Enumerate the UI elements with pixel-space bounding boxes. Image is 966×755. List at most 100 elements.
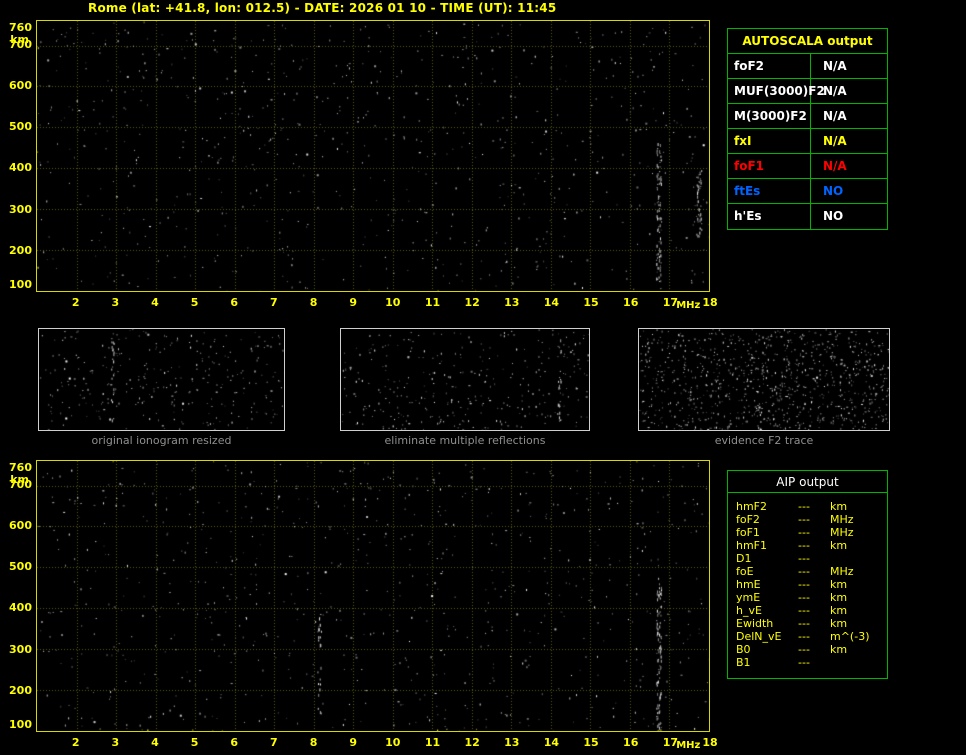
aip-param-unit: MHz — [830, 513, 854, 526]
aip-param-value: --- — [798, 617, 810, 630]
x-tick-label-16: 16 — [619, 296, 643, 309]
autoscala-row-MUF(3000)F2: MUF(3000)F2N/A — [728, 79, 887, 104]
autoscala-param-label: h'Es — [728, 204, 811, 229]
x-tick-label-15: 15 — [579, 296, 603, 309]
autoscala-row-foF1: foF1N/A — [728, 154, 887, 179]
autoscala-row-h'Es: h'EsNO — [728, 204, 887, 229]
y-tick-label-200: 200 — [2, 246, 32, 256]
y-tick-label-600: 600 — [2, 521, 32, 531]
autoscala-param-value: N/A — [811, 129, 887, 153]
y-tick-label-500: 500 — [2, 562, 32, 572]
x-tick-label-6: 6 — [222, 736, 246, 749]
x-tick-label-8: 8 — [302, 736, 326, 749]
panel-evidence-f2-trace-caption: evidence F2 trace — [638, 434, 890, 447]
autoscala-table-title: AUTOSCALA output — [728, 29, 887, 54]
aip-row-B0: B0---km — [736, 643, 887, 656]
aip-table-title: AIP output — [728, 471, 887, 493]
aip-row-hmF1: hmF1 --- km — [736, 539, 887, 552]
aip-param-value: --- — [798, 565, 810, 578]
autoscala-param-label: M(3000)F2 — [728, 104, 811, 128]
aip-param-name: Ewidth — [736, 617, 773, 630]
x-tick-label-8: 8 — [302, 296, 326, 309]
bottom-ionogram-canvas — [37, 461, 709, 731]
autoscala-row-fxI: fxIN/A — [728, 129, 887, 154]
x-tick-label-13: 13 — [500, 296, 524, 309]
x-tick-label-11: 11 — [420, 296, 444, 309]
aip-param-unit: MHz — [830, 565, 854, 578]
y-tick-label-500: 500 — [2, 122, 32, 132]
x-tick-label-14: 14 — [539, 296, 563, 309]
autoscala-table-rows: foF2N/AMUF(3000)F2N/AM(3000)F2N/AfxIN/Af… — [728, 54, 887, 229]
x-tick-label-13: 13 — [500, 736, 524, 749]
aip-table: AIP output hmF2---kmfoF2---MHzfoF1---MHz… — [727, 470, 888, 679]
panel-eliminate-reflections-canvas — [341, 329, 589, 430]
aip-param-value: --- — [798, 591, 810, 604]
x-tick-label-10: 10 — [381, 736, 405, 749]
x-tick-label-12: 12 — [460, 296, 484, 309]
y-tick-label-760: 760 — [2, 463, 32, 473]
y-tick-label-400: 400 — [2, 163, 32, 173]
autoscala-screen: { "title": "Rome (lat: +41.8, lon: 012.5… — [0, 0, 966, 755]
autoscala-row-foF2: foF2N/A — [728, 54, 887, 79]
aip-param-name: B0 — [736, 643, 751, 656]
aip-param-name: foE — [736, 565, 754, 578]
x-tick-label-6: 6 — [222, 296, 246, 309]
x-tick-label-2: 2 — [64, 736, 88, 749]
aip-param-value: --- — [798, 526, 810, 539]
panel-original-ionogram-canvas — [39, 329, 284, 430]
panel-original-ionogram — [38, 328, 285, 431]
x-tick-label-5: 5 — [183, 736, 207, 749]
aip-param-value: --- — [798, 643, 810, 656]
aip-param-value: --- — [798, 500, 810, 513]
aip-row-h_vE: h_vE---km — [736, 604, 887, 617]
autoscala-param-value: N/A — [811, 54, 887, 78]
aip-row-hmF2: hmF2 --- km — [736, 500, 887, 513]
aip-param-value: --- — [798, 552, 810, 565]
aip-param-name: hmF1 — [736, 539, 767, 552]
autoscala-param-label: fxI — [728, 129, 811, 153]
y-tick-label-100: 100 — [2, 720, 32, 730]
autoscala-param-value: N/A — [811, 154, 887, 178]
autoscala-param-label: MUF(3000)F2 — [728, 79, 811, 103]
x-tick-label-11: 11 — [420, 736, 444, 749]
page-title: Rome (lat: +41.8, lon: 012.5) - DATE: 20… — [88, 1, 556, 15]
bottom-ionogram-yaxis: 760km700600500400300200100 — [2, 460, 32, 732]
x-axis-unit-label: MHz — [676, 740, 700, 751]
x-tick-label-4: 4 — [143, 296, 167, 309]
x-tick-label-9: 9 — [341, 296, 365, 309]
aip-param-name: hmE — [736, 578, 761, 591]
x-axis-unit-label: MHz — [676, 300, 700, 311]
autoscala-param-label: ftEs — [728, 179, 811, 203]
aip-param-value: --- — [798, 539, 810, 552]
top-ionogram-plot — [36, 20, 710, 292]
autoscala-param-value: N/A — [811, 79, 887, 103]
panel-original-ionogram-caption: original ionogram resized — [38, 434, 285, 447]
aip-table-rows: hmF2---kmfoF2---MHzfoF1---MHzhmF1---kmD1… — [728, 493, 887, 669]
aip-param-name: foF2 — [736, 513, 760, 526]
x-tick-label-16: 16 — [619, 736, 643, 749]
aip-param-name: hmF2 — [736, 500, 767, 513]
autoscala-table: AUTOSCALA output foF2N/AMUF(3000)F2N/AM(… — [727, 28, 888, 230]
y-tick-label-700: 700 — [2, 40, 32, 50]
x-tick-label-5: 5 — [183, 296, 207, 309]
aip-param-unit: km — [830, 539, 847, 552]
bottom-ionogram-plot — [36, 460, 710, 732]
top-ionogram-canvas — [37, 21, 709, 291]
aip-row-D1: D1--- — [736, 552, 887, 565]
aip-param-unit: km — [830, 500, 847, 513]
x-tick-label-14: 14 — [539, 736, 563, 749]
aip-row-foF2: foF2---MHz — [736, 513, 887, 526]
aip-row-hmE: hmE---km — [736, 578, 887, 591]
x-tick-label-2: 2 — [64, 296, 88, 309]
x-tick-label-3: 3 — [103, 736, 127, 749]
x-tick-label-4: 4 — [143, 736, 167, 749]
aip-param-name: ymE — [736, 591, 760, 604]
x-tick-label-7: 7 — [262, 296, 286, 309]
top-ionogram-yaxis: 760km700600500400300200100 — [2, 20, 32, 292]
autoscala-param-value: N/A — [811, 104, 887, 128]
aip-param-name: B1 — [736, 656, 751, 669]
top-ionogram-xaxis: 23456789101112131415161718MHz — [36, 294, 710, 312]
x-tick-label-7: 7 — [262, 736, 286, 749]
panel-eliminate-reflections — [340, 328, 590, 431]
aip-param-value: --- — [798, 630, 810, 643]
